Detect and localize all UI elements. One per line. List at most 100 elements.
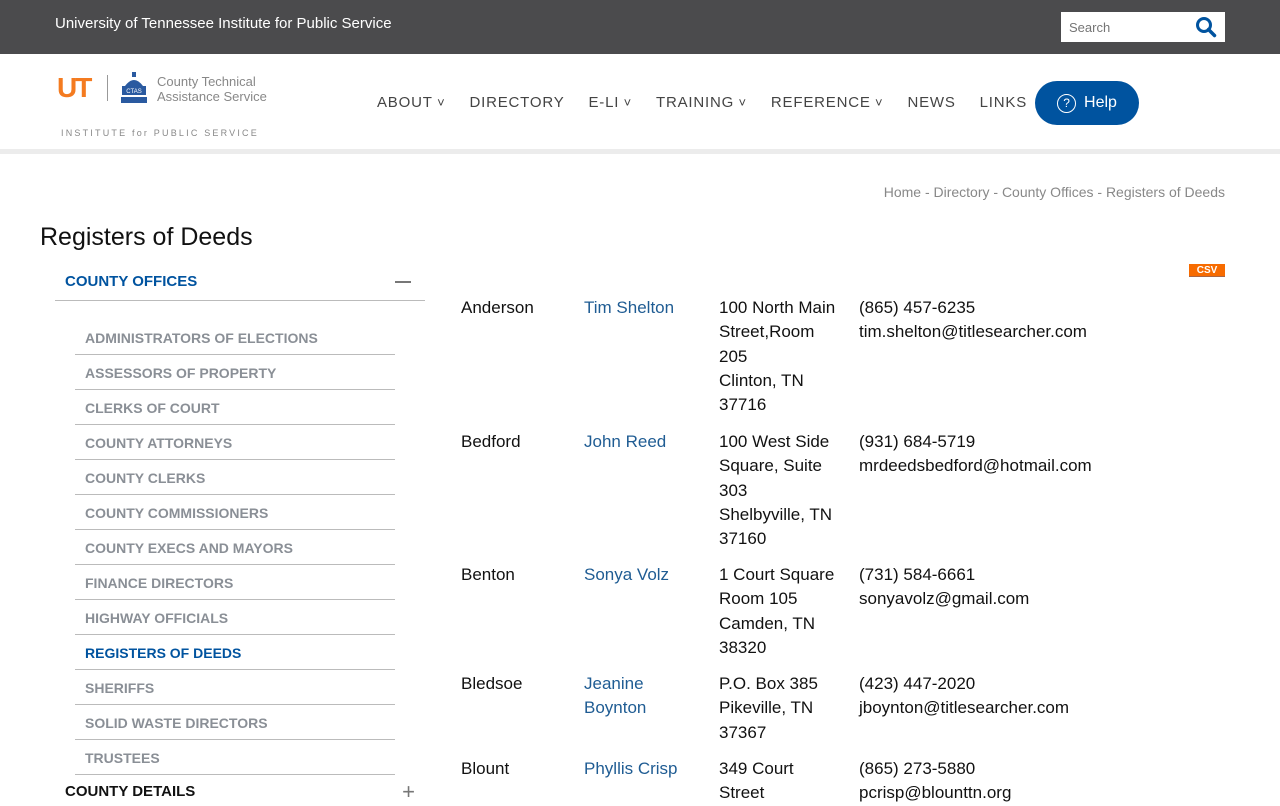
- address-line: 38320: [719, 637, 767, 657]
- chevron-down-icon: ˅: [619, 95, 633, 110]
- phone: (865) 273-5880: [859, 759, 976, 778]
- search-box[interactable]: [1061, 12, 1225, 42]
- ctas-line2: Assistance Service: [157, 89, 267, 104]
- address-cell: 100 West Side Square, Suite 303 Shelbyville…: [719, 430, 854, 551]
- ut-logo: UT: [57, 72, 92, 103]
- nav-item-news[interactable]: NEWS: [907, 94, 955, 111]
- sidebar-section-label: COUNTY OFFICES: [65, 273, 198, 290]
- ips-tagline: INSTITUTE for PUBLIC SERVICE: [61, 128, 259, 138]
- chevron-down-icon: ˅: [870, 95, 884, 110]
- sidebar-item-administrators-of-elections[interactable]: ADMINISTRATORS OF ELECTIONS: [75, 320, 395, 355]
- sidebar-item-trustees[interactable]: TRUSTEES: [75, 740, 395, 775]
- expand-plus-icon[interactable]: +: [402, 781, 415, 803]
- address-cell: 100 North Main Street,Room 205 Clinton, TN 3…: [719, 296, 854, 417]
- address-cell: 1 Court Square Room 105 Camden, TN 38320: [719, 563, 854, 660]
- address-line: 303: [719, 480, 748, 500]
- sidebar-item-solid-waste-directors[interactable]: SOLID WASTE DIRECTORS: [75, 705, 395, 740]
- address-line: 100 North Main: [719, 298, 836, 317]
- official-name-link[interactable]: Jeanine Boynton: [584, 672, 709, 721]
- county-cell: Bedford: [461, 432, 521, 451]
- logo-divider: [107, 75, 108, 101]
- nav-item-reference[interactable]: REFERENCE ˅: [771, 94, 884, 111]
- chevron-down-icon: ˅: [734, 95, 747, 110]
- address-line: 100 West Side: [719, 432, 830, 451]
- address-line: Room 105: [719, 589, 798, 609]
- address-line: 37716: [719, 395, 767, 415]
- nav-item-about[interactable]: ABOUT ˅: [377, 94, 446, 111]
- contact-cell: (731) 584-6661 sonyavolz@gmail.com: [859, 563, 1189, 612]
- collapse-minus-icon[interactable]: [395, 281, 411, 283]
- address-line: Street,Room: [719, 322, 815, 342]
- sidebar-item-highway-officials[interactable]: HIGHWAY OFFICIALS: [75, 600, 395, 635]
- email-link[interactable]: pcrisp@blounttn.org: [859, 781, 1189, 805]
- sidebar-item-sheriffs[interactable]: SHERIFFS: [75, 670, 395, 705]
- email-link[interactable]: mrdeedsbedford@hotmail.com: [859, 454, 1189, 478]
- address-line: P.O. Box 385: [719, 674, 818, 693]
- page-title: Registers of Deeds: [40, 223, 253, 251]
- address-cell: P.O. Box 385 Pikeville, TN 37367: [719, 672, 854, 745]
- address-line: Pikeville, TN: [719, 698, 814, 718]
- address-cell: 349 Court Street: [719, 757, 854, 806]
- phone: (731) 584-6661: [859, 565, 976, 584]
- sidebar-list: ADMINISTRATORS OF ELECTIONS ASSESSORS OF …: [75, 320, 395, 775]
- address-line: 1 Court Square: [719, 565, 835, 584]
- sidebar-item-county-clerks[interactable]: COUNTY CLERKS: [75, 460, 395, 495]
- address-line: Shelbyville, TN: [719, 504, 833, 524]
- county-cell: Bledsoe: [461, 674, 523, 693]
- nav-item-links[interactable]: LINKS: [980, 94, 1027, 111]
- address-line: Square, Suite: [719, 456, 823, 476]
- chevron-down-icon: ˅: [432, 95, 446, 110]
- address-line: Street: [719, 783, 765, 803]
- official-name-link[interactable]: Phyllis Crisp: [584, 757, 709, 781]
- search-icon[interactable]: [1195, 16, 1217, 38]
- phone: (931) 684-5719: [859, 432, 976, 451]
- official-name-link[interactable]: Tim Shelton: [584, 296, 709, 320]
- county-cell: Anderson: [461, 298, 534, 317]
- csv-export-button[interactable]: CSV: [1189, 264, 1225, 277]
- institute-link[interactable]: University of Tennessee Institute for Pu…: [55, 15, 392, 32]
- phone: (423) 447-2020: [859, 674, 976, 693]
- sidebar-item-registers-of-deeds[interactable]: REGISTERS OF DEEDS: [75, 635, 395, 670]
- sidebar-item-finance-directors[interactable]: FINANCE DIRECTORS: [75, 565, 395, 600]
- svg-text:CTAS: CTAS: [126, 89, 142, 95]
- ctas-line1: County Technical: [157, 74, 256, 89]
- contact-cell: (865) 457-6235 tim.shelton@titlesearcher.…: [859, 296, 1189, 345]
- sidebar-item-county-attorneys[interactable]: COUNTY ATTORNEYS: [75, 425, 395, 460]
- address-line: 205: [719, 346, 748, 366]
- address-line: 37160: [719, 529, 767, 549]
- sidebar-item-assessors-of-property[interactable]: ASSESSORS OF PROPERTY: [75, 355, 395, 390]
- nav-item-training[interactable]: TRAINING ˅: [656, 94, 747, 111]
- main-nav: ABOUT ˅ DIRECTORY E-LI ˅ TRAINING ˅ REFERENC…: [377, 94, 1051, 111]
- sidebar-item-clerks-of-court[interactable]: CLERKS OF COURT: [75, 390, 395, 425]
- official-name-link[interactable]: John Reed: [584, 430, 709, 454]
- ctas-name: County Technical Assistance Service: [157, 74, 267, 104]
- official-name-link[interactable]: Sonya Volz: [584, 563, 709, 587]
- sidebar-item-county-commissioners[interactable]: COUNTY COMMISSIONERS: [75, 495, 395, 530]
- address-line: Clinton, TN: [719, 370, 804, 390]
- address-line: Camden, TN: [719, 613, 816, 633]
- email-link[interactable]: tim.shelton@titlesearcher.com: [859, 320, 1189, 344]
- help-icon: ?: [1057, 93, 1077, 113]
- nav-item-directory[interactable]: DIRECTORY: [470, 94, 565, 111]
- help-button[interactable]: ? Help: [1035, 81, 1139, 125]
- address-line: 349 Court: [719, 759, 794, 778]
- sidebar-section-county-offices[interactable]: COUNTY OFFICES: [55, 270, 425, 301]
- capitol-seal-icon: CTAS: [121, 72, 147, 103]
- nav-item-e-li[interactable]: E-LI ˅: [589, 94, 633, 111]
- contact-cell: (865) 273-5880 pcrisp@blounttn.org: [859, 757, 1189, 806]
- sidebar-section-county-details[interactable]: COUNTY DETAILS +: [65, 781, 415, 803]
- email-link[interactable]: sonyavolz@gmail.com: [859, 587, 1189, 611]
- email-link[interactable]: jboynton@titlesearcher.com: [859, 696, 1189, 720]
- ctas-logo[interactable]: UT CTAS County Technical Assistance Servi…: [57, 70, 287, 140]
- search-input[interactable]: [1069, 19, 1189, 35]
- contact-cell: (423) 447-2020 jboynton@titlesearcher.com: [859, 672, 1189, 721]
- county-cell: Benton: [461, 565, 515, 584]
- help-label: Help: [1084, 94, 1117, 111]
- address-line: 37367: [719, 722, 767, 742]
- sidebar-item-county-execs-and-mayors[interactable]: COUNTY EXECS AND MAYORS: [75, 530, 395, 565]
- breadcrumb[interactable]: Home - Directory - County Offices - Regi…: [600, 184, 1225, 200]
- contact-cell: (931) 684-5719 mrdeedsbedford@hotmail.com: [859, 430, 1189, 479]
- top-bar: University of Tennessee Institute for Pu…: [0, 0, 1280, 54]
- site-header: UT CTAS County Technical Assistance Servi…: [0, 54, 1280, 154]
- phone: (865) 457-6235: [859, 298, 976, 317]
